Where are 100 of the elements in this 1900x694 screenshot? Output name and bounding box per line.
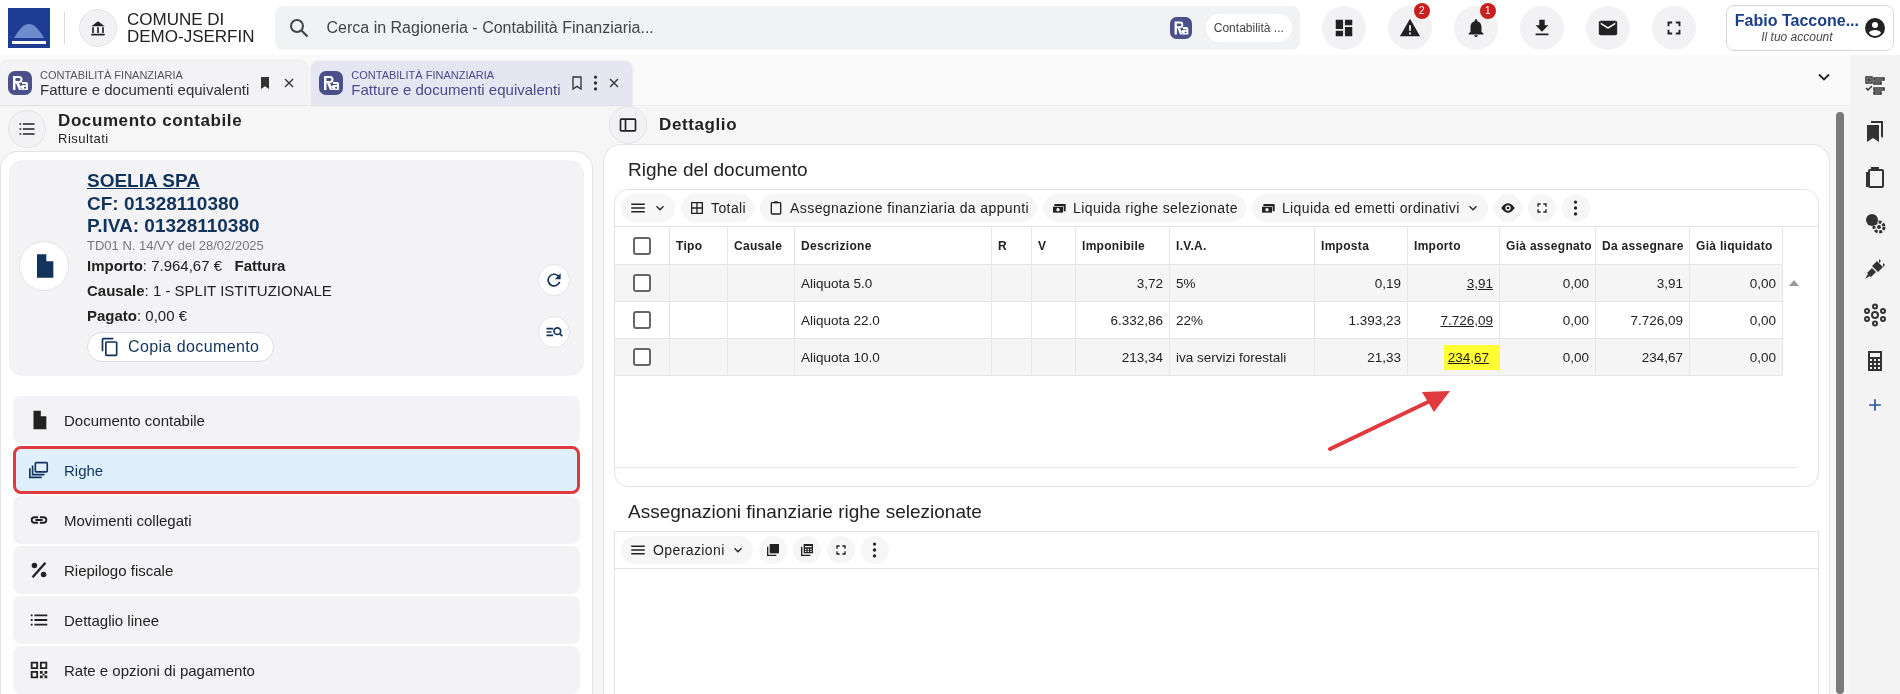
table-cell: 0,00 xyxy=(1500,339,1596,376)
table-cell: Aliquota 10.0 xyxy=(795,339,992,376)
operations-button[interactable]: Operazioni xyxy=(621,536,753,564)
warning-button[interactable]: 2 xyxy=(1387,5,1432,50)
nav-item[interactable]: Riepilogo fiscale xyxy=(13,546,580,594)
checklist-icon xyxy=(1863,73,1887,97)
clipboard-icon xyxy=(1863,165,1887,189)
eye-icon xyxy=(1499,200,1516,216)
table-icon xyxy=(689,200,705,216)
account-button[interactable]: Fabio Taccone... Il tuo account xyxy=(1725,4,1894,51)
bell-button[interactable]: 1 xyxy=(1453,5,1498,50)
table-cell: 21,33 xyxy=(1315,339,1408,376)
document-fact: Pagato: 0,00 € xyxy=(87,306,189,326)
scrollbar[interactable] xyxy=(1836,112,1844,694)
checkbox[interactable] xyxy=(633,348,651,366)
nav-item[interactable]: Righe xyxy=(13,446,580,494)
toolbar-button[interactable]: Liquida ed emetti ordinativi xyxy=(1251,194,1488,222)
app-logo-icon xyxy=(319,71,344,95)
search-field[interactable]: Cerca in Ragioneria - Contabilità Finanziaria... Contabilità ... xyxy=(274,5,1300,50)
account-icon xyxy=(1863,15,1887,40)
context-chip[interactable]: Contabilità ... xyxy=(1205,13,1292,42)
table-cell: 3,91 xyxy=(1596,265,1690,302)
sidebar-icon xyxy=(618,115,638,135)
nav-item[interactable]: Documento contabile xyxy=(13,396,580,444)
refresh-icon xyxy=(544,270,564,290)
panel-title: Dettaglio xyxy=(659,115,738,135)
tax-id: P.IVA: 01328110380 xyxy=(87,215,261,236)
search-list-button[interactable] xyxy=(538,316,570,348)
more-icon xyxy=(872,542,878,558)
home-button[interactable] xyxy=(79,8,117,47)
fullscreen-button[interactable] xyxy=(826,536,855,564)
table-cell: iva servizi forestali xyxy=(1170,339,1315,376)
notification-badge: 1 xyxy=(1479,2,1496,19)
copy-document-button[interactable]: Copia documento xyxy=(87,332,275,362)
table-cell: Aliquota 5.0 xyxy=(795,265,992,302)
app-logo-icon xyxy=(1169,16,1192,39)
toolbar-button[interactable]: Liquida righe selezionate xyxy=(1043,194,1246,222)
checkbox[interactable] xyxy=(633,236,651,255)
tab-module: CONTABILITÀ FINANZIARIA xyxy=(351,68,496,81)
nav-item[interactable]: Rate e opzioni di pagamento xyxy=(13,646,580,694)
more-icon xyxy=(1573,200,1579,216)
menu-button[interactable] xyxy=(8,109,46,148)
table-cell: 5% xyxy=(1170,265,1315,302)
organization-name: DEMO-JSERFIN xyxy=(127,27,255,45)
table-cell xyxy=(992,339,1032,376)
table-cell xyxy=(1032,339,1076,376)
panel-toggle-button[interactable] xyxy=(609,106,647,144)
scroll-up-icon[interactable] xyxy=(1789,280,1799,286)
panel-subtitle: Risultati xyxy=(58,131,110,146)
table-cell xyxy=(992,265,1032,302)
more-button[interactable] xyxy=(1561,194,1590,222)
table-cell: 0,00 xyxy=(1690,339,1783,376)
toolbar-button[interactable]: Totali xyxy=(681,194,755,222)
document-number: TD01 N. 14/VY del 28/02/2025 xyxy=(87,238,265,253)
notification-badge: 2 xyxy=(1413,2,1430,19)
nav-item[interactable]: Dettaglio linee xyxy=(13,596,580,644)
document-tab[interactable]: CONTABILITÀ FINANZIARIA Fatture e documenti equivalenti xyxy=(0,61,308,105)
table-cell: 0,00 xyxy=(1500,265,1596,302)
fullscreen-button[interactable] xyxy=(1527,194,1556,222)
coin-gear-icon xyxy=(1863,211,1887,235)
section-title: Assegnazioni finanziarie righe selezionate xyxy=(627,500,983,524)
checkbox[interactable] xyxy=(633,311,651,329)
tab-title: Fatture e documenti equivalenti xyxy=(40,80,250,98)
organization-name: COMUNE DI xyxy=(127,10,226,28)
calculator-icon xyxy=(798,542,815,558)
checkbox[interactable] xyxy=(633,274,651,292)
amount-link[interactable]: 7.726,09 xyxy=(1440,312,1493,328)
table-cell: 0,19 xyxy=(1315,265,1408,302)
tax-id: CF: 01328110380 xyxy=(87,193,241,214)
network-icon xyxy=(1863,303,1887,327)
table-cell: 3,72 xyxy=(1076,265,1170,302)
table-cell: 234,67 xyxy=(1596,339,1690,376)
plug-icon xyxy=(1863,257,1887,281)
table-cell xyxy=(1032,265,1076,302)
toolbar-button[interactable]: Assegnazione finanziaria da appunti xyxy=(760,194,1038,222)
table-cell xyxy=(728,265,795,302)
amount-link[interactable]: 3,91 xyxy=(1466,275,1493,291)
table-cell xyxy=(728,339,795,376)
nav-item[interactable]: Movimenti collegati xyxy=(13,496,580,544)
company-link[interactable]: SOELIA SPA xyxy=(87,170,200,192)
app-logo-icon xyxy=(8,71,32,95)
document-fact: Causale: 1 - SPLIT ISTITUZIONALE xyxy=(87,281,333,301)
layers-button[interactable] xyxy=(758,536,787,564)
calculator-button[interactable] xyxy=(792,536,821,564)
stacked-windows-icon xyxy=(28,459,50,481)
more-icon xyxy=(592,75,598,91)
document-tab[interactable]: CONTABILITÀ FINANZIARIA Fatture e documenti equivalenti xyxy=(311,61,632,105)
layers-icon xyxy=(764,542,781,558)
menu-button[interactable] xyxy=(621,194,675,222)
refresh-button[interactable] xyxy=(538,264,570,296)
more-button[interactable] xyxy=(860,536,889,564)
amount-link[interactable]: 234,67 xyxy=(1443,344,1503,370)
qr-code-icon xyxy=(28,659,50,681)
visibility-button[interactable] xyxy=(1493,194,1522,222)
copy-icon xyxy=(100,337,120,357)
tab-title: Fatture e documenti equivalenti xyxy=(351,80,561,98)
panel-title: Documento contabile xyxy=(58,111,243,131)
table-cell: 213,34 xyxy=(1076,339,1170,376)
table-cell: 0,00 xyxy=(1690,265,1783,302)
document-fact: Importo: 7.964,67 € Fattura xyxy=(87,256,287,276)
